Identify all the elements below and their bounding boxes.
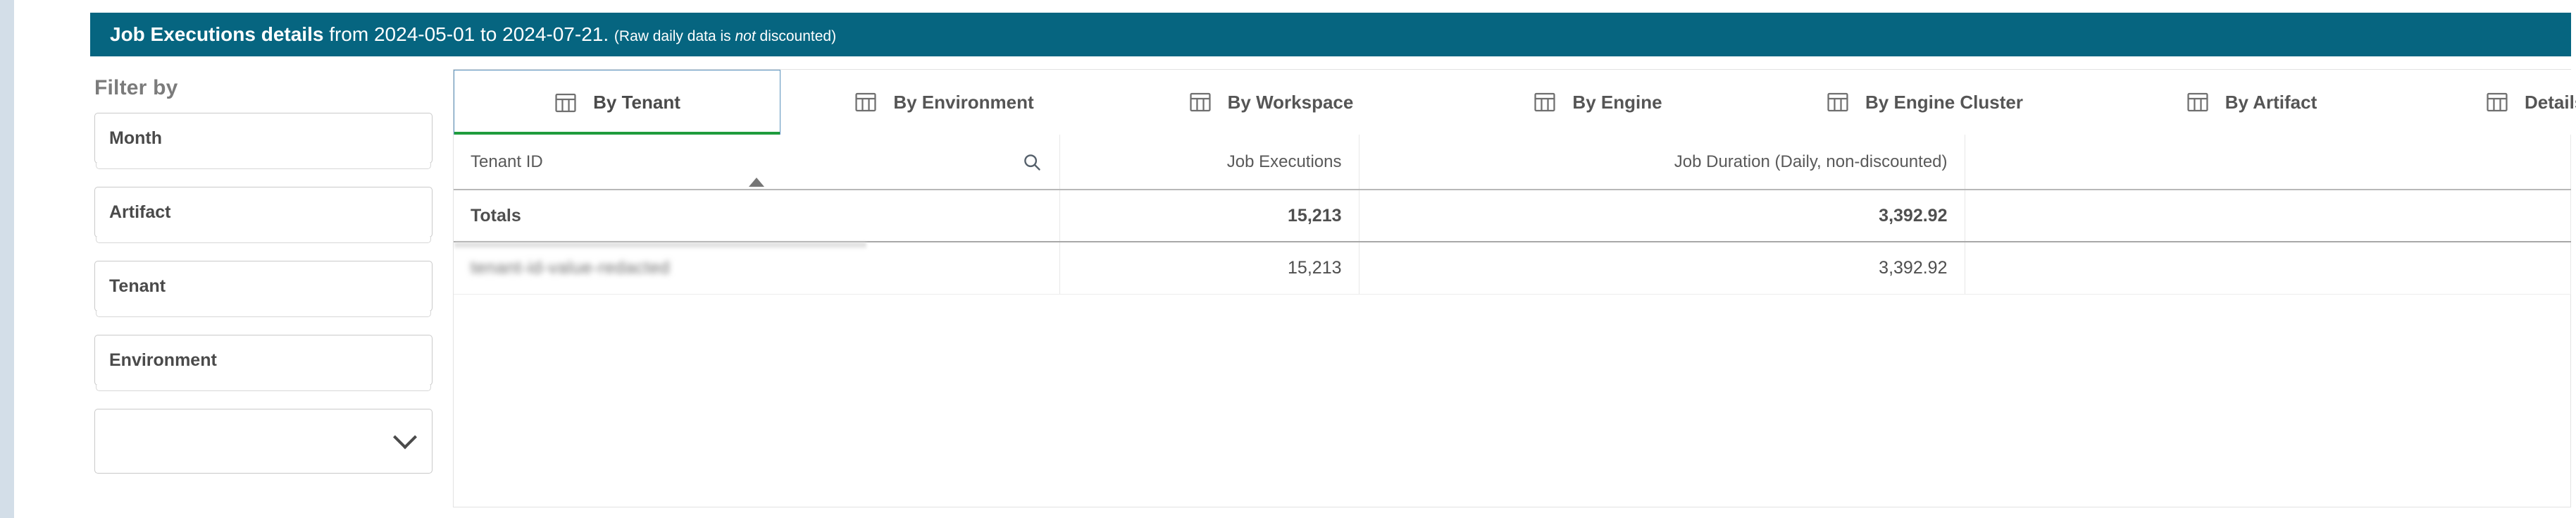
cell-job-duration: 3,392.92 [1359,242,1965,295]
tab-label: By Environment [893,91,1034,113]
chevron-down-icon [393,425,417,450]
column-header-tenant-id[interactable]: Tenant ID [454,135,1060,190]
page-title-banner: Job Executions details from 2024-05-01 t… [90,13,2571,56]
column-header-job-executions[interactable]: Job Executions [1059,135,1359,190]
tab-label: By Workspace [1227,91,1354,113]
totals-spacer [1965,190,2571,242]
page-title-date-range: from 2024-05-01 to 2024-07-21. [323,23,614,45]
totals-job-duration: 3,392.92 [1359,190,1965,242]
table-icon [1533,90,1557,114]
filter-sidebar: Filter by Month Artifact Tenant Environm… [90,76,442,499]
totals-job-executions: 15,213 [1059,190,1359,242]
tab-strip: By Tenant By Environment By Workspace By… [454,70,2576,135]
filter-item-environment[interactable]: Environment [94,335,433,391]
sort-ascending-icon [748,178,764,187]
tab-label: Details by Month [2524,91,2576,113]
filter-item-label: Environment [109,350,217,370]
totals-label: Totals [454,190,1060,242]
table-icon [554,91,578,115]
page-title-strong: Job Executions details [110,23,324,45]
redaction-overlay [454,242,866,249]
cell-tenant-id[interactable]: tenant-id-value-redacted [454,242,1060,295]
page-title-note-close: discounted) [755,28,837,44]
page-title-note-italic: not [735,28,756,44]
main-content-card: By Tenant By Environment By Workspace By… [453,69,2576,507]
filter-item-label: Tenant [109,276,166,296]
table-totals-row: Totals 15,213 3,392.92 [454,190,2571,242]
table-row[interactable]: tenant-id-value-redacted 15,213 3,392.92 [454,242,2571,295]
filter-sidebar-heading: Filter by [94,76,178,99]
tab-by-engine-cluster[interactable]: By Engine Cluster [1761,70,2088,135]
tab-details-by-month[interactable]: Details by Month [2415,70,2576,135]
tab-by-tenant[interactable]: By Tenant [454,70,780,135]
tab-label: By Tenant [593,92,680,113]
page-title: Job Executions details from 2024-05-01 t… [110,23,836,46]
tab-by-workspace[interactable]: By Workspace [1107,70,1434,135]
filter-item-tenant[interactable]: Tenant [94,261,433,317]
table-icon [854,90,878,114]
tab-by-engine[interactable]: By Engine [1434,70,1761,135]
column-header-spacer [1965,135,2571,190]
column-header-label: Tenant ID [471,152,543,171]
filter-item-artifact[interactable]: Artifact [94,187,433,243]
column-header-label: Job Duration (Daily, non-discounted) [1674,152,1948,171]
filter-item-label: Artifact [109,202,171,222]
filter-item-label: Month [109,128,162,148]
filter-dropdown[interactable] [94,409,433,474]
table-header: Tenant ID Job Executions Job Duration (D… [454,135,2571,190]
page-left-gutter [0,0,14,518]
tab-by-artifact[interactable]: By Artifact [2088,70,2415,135]
cell-spacer [1965,242,2571,295]
tab-label: By Engine Cluster [1865,91,2023,113]
table-icon [1188,90,1212,114]
table-icon [2186,90,2210,114]
table-icon [1826,90,1850,114]
table-body: Totals 15,213 3,392.92 tenant-id-value-r… [454,190,2571,295]
column-header-job-duration[interactable]: Job Duration (Daily, non-discounted) [1359,135,1965,190]
page-title-note: (Raw daily data is not discounted) [614,28,836,44]
job-executions-table: Tenant ID Job Executions Job Duration (D… [454,135,2571,295]
tab-by-environment[interactable]: By Environment [780,70,1107,135]
column-header-label: Job Executions [1226,152,1342,171]
table-icon [2485,90,2509,114]
tab-label: By Engine [1572,91,1662,113]
page-title-note-open: (Raw daily data is [614,28,735,44]
tab-label: By Artifact [2225,91,2317,113]
search-icon[interactable] [1021,152,1043,173]
cell-job-executions: 15,213 [1059,242,1359,295]
table-header-row: Tenant ID Job Executions Job Duration (D… [454,135,2571,190]
filter-item-month[interactable]: Month [94,113,433,169]
cell-tenant-id-value: tenant-id-value-redacted [471,257,670,278]
